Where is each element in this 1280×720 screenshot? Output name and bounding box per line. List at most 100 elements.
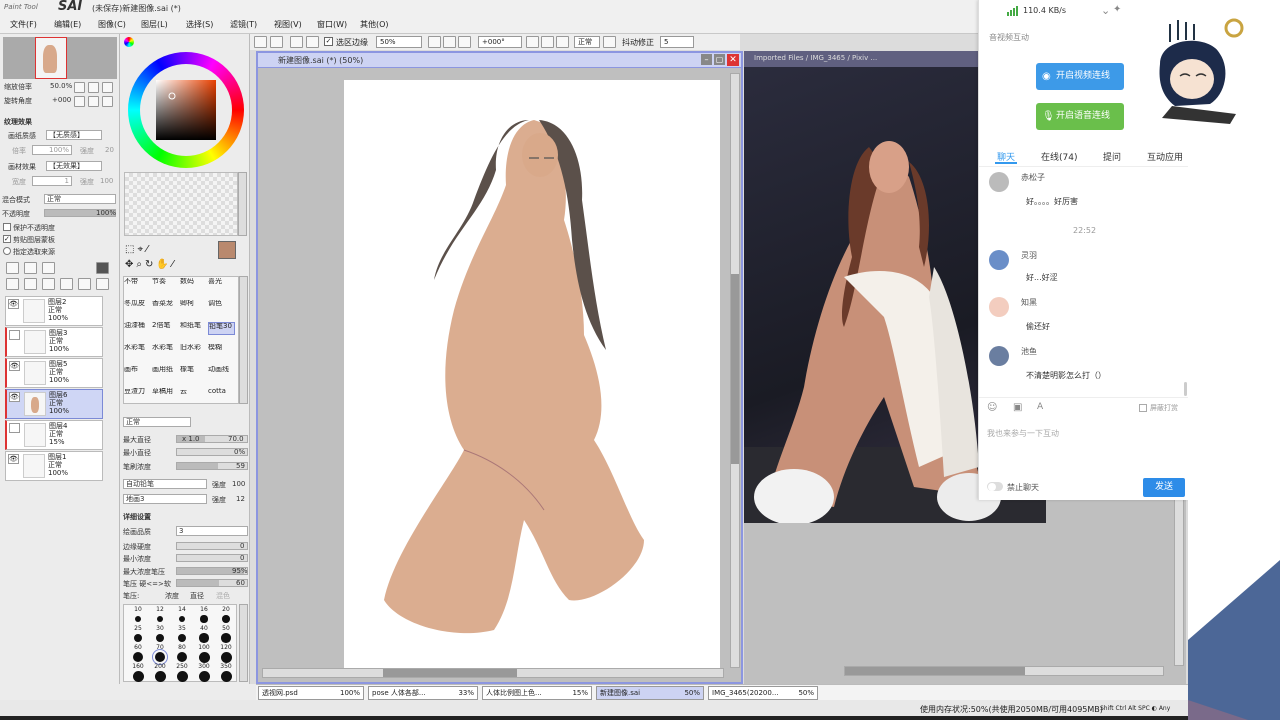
new-layer-button[interactable] xyxy=(6,262,19,274)
layer-visibility-icon[interactable]: 👁 xyxy=(9,392,20,402)
layer-item[interactable]: 图层4 正常 15% xyxy=(5,420,103,450)
brush-shape-select[interactable]: 自动铅笔 xyxy=(123,479,207,489)
rotate-left-button[interactable] xyxy=(526,36,539,48)
canvas-titlebar[interactable]: 新建图像.sai (*) (50%) – ▢ ✕ xyxy=(258,53,741,68)
zoom-select[interactable]: 50% xyxy=(376,36,422,48)
brush-tool[interactable]: 画用纸 xyxy=(152,366,179,379)
doc-tab[interactable]: IMG_3465(20200... 50% xyxy=(708,686,818,700)
brush-tool[interactable]: 和纸笔 xyxy=(180,322,207,335)
menu-window[interactable]: 窗口(W) xyxy=(317,19,347,30)
clear-button[interactable] xyxy=(290,36,303,48)
avatar[interactable] xyxy=(989,346,1009,366)
brush-tool[interactable]: 画布 xyxy=(124,366,151,379)
blend-mode-select[interactable]: 正常 xyxy=(574,36,600,48)
color-wheel[interactable] xyxy=(128,52,244,168)
copy-layer-button[interactable] xyxy=(6,278,19,290)
brush-size-preset[interactable] xyxy=(200,615,208,623)
brush-size-preset[interactable] xyxy=(199,633,209,643)
brush-tool[interactable]: 模糊 xyxy=(208,344,235,357)
emoji-icon[interactable]: ☺ xyxy=(987,402,997,413)
pressure-density-checkbox[interactable]: 浓度 xyxy=(165,591,179,601)
layer-visibility-icon[interactable] xyxy=(9,423,20,433)
brush-tool[interactable]: 草稿用 xyxy=(152,388,179,401)
flip-button[interactable] xyxy=(603,36,616,48)
zoom-out-button[interactable] xyxy=(428,36,441,48)
doc-tab[interactable]: 透视网.psd 100% xyxy=(258,686,364,700)
brush-grid-scrollbar[interactable] xyxy=(239,276,248,404)
menu-other[interactable]: 其他(O) xyxy=(360,19,389,30)
brush-size-preset[interactable] xyxy=(133,652,143,662)
brush-size-preset[interactable] xyxy=(134,634,142,642)
brush-tool[interactable]: 油漆桶 xyxy=(124,322,151,335)
brush-tool-selected[interactable]: 铅笔30 xyxy=(208,322,235,335)
nav-zoom-reset[interactable] xyxy=(102,82,113,93)
image-icon[interactable]: ▣ xyxy=(1013,402,1022,413)
tab-questions[interactable]: 提问 xyxy=(1103,150,1121,163)
message-author[interactable]: 知黑 xyxy=(1021,297,1037,308)
brush-size-preset[interactable] xyxy=(154,670,166,682)
brush-tool[interactable]: 卿柯 xyxy=(180,300,207,313)
layer-visibility-icon[interactable]: 👁 xyxy=(8,454,19,464)
reference-hscrollbar[interactable] xyxy=(844,666,1164,676)
brush-size-preset[interactable] xyxy=(178,615,186,623)
nav-rotate-left[interactable] xyxy=(74,96,85,107)
rotation-select[interactable]: +000° xyxy=(478,36,522,48)
new-folder-button[interactable] xyxy=(42,262,55,274)
edge-hardness-slider[interactable] xyxy=(176,542,248,550)
brush-tool[interactable]: 旧水彩 xyxy=(180,344,207,357)
brush-size-preset[interactable] xyxy=(177,633,187,643)
color-mode-tabs[interactable] xyxy=(124,37,242,49)
stabilizer-select[interactable]: 5 xyxy=(660,36,694,48)
color-wheel-tab-icon[interactable] xyxy=(124,37,134,47)
nav-rotate-right[interactable] xyxy=(88,96,99,107)
brush-tool[interactable]: 香菜龙 xyxy=(152,300,179,313)
avatar[interactable] xyxy=(989,250,1009,270)
merge-down-button[interactable] xyxy=(24,278,37,290)
primary-color-swatch[interactable] xyxy=(218,241,236,259)
layer-item[interactable]: 图层3 正常 100% xyxy=(5,327,103,357)
chat-input[interactable]: 我也来参与一下互动 xyxy=(987,428,1177,468)
layer-options-button[interactable] xyxy=(96,278,109,290)
drawing-canvas[interactable] xyxy=(344,80,720,670)
nav-zoom-in[interactable] xyxy=(88,82,99,93)
message-author[interactable]: 灵羽 xyxy=(1021,250,1037,261)
brush-tool[interactable]: 不带 xyxy=(124,278,151,291)
layer-item[interactable]: 👁 图层1 正常 100% xyxy=(5,451,103,481)
swatch-area[interactable] xyxy=(124,172,238,236)
brush-mode-select[interactable]: 正常 xyxy=(123,417,191,427)
brush-size-preset[interactable] xyxy=(221,633,231,643)
brush-tool[interactable]: 云 xyxy=(180,388,207,401)
doc-tab-active[interactable]: 新建图像.sai 50% xyxy=(596,686,704,700)
menu-image[interactable]: 图像(C) xyxy=(98,19,126,30)
menu-file[interactable]: 文件(F) xyxy=(10,19,37,30)
avatar[interactable] xyxy=(989,172,1009,192)
deselect-button[interactable] xyxy=(254,36,267,48)
brush-size-preset[interactable] xyxy=(220,670,232,682)
quality-select[interactable]: 3 xyxy=(176,526,248,536)
pin-icon[interactable]: ✦ xyxy=(1113,4,1121,15)
brush-tool[interactable]: 豆渣刀 xyxy=(124,388,151,401)
brush-size-preset[interactable] xyxy=(156,615,164,623)
merge-button[interactable] xyxy=(42,278,55,290)
pressure-size-checkbox[interactable]: 直径 xyxy=(190,591,204,601)
protect-opacity-checkbox[interactable] xyxy=(3,223,11,231)
presets-scrollbar[interactable] xyxy=(239,604,248,682)
mute-toggle[interactable] xyxy=(987,482,1003,491)
navigator-preview[interactable] xyxy=(3,37,117,79)
layer-blend-select[interactable]: 正常 xyxy=(44,194,116,204)
brush-tool[interactable]: 调色 xyxy=(208,300,235,313)
message-author[interactable]: 赤松子 xyxy=(1021,172,1045,183)
mask-button[interactable] xyxy=(96,262,109,274)
selection-source-radio[interactable] xyxy=(3,247,11,255)
block-gifts-checkbox[interactable] xyxy=(1139,404,1147,412)
brush-size-preset[interactable] xyxy=(132,670,144,682)
brush-tool[interactable]: 冬瓜皮 xyxy=(124,300,151,313)
paper-scale-value[interactable]: 100% xyxy=(32,145,72,155)
effect-width-value[interactable]: 1 xyxy=(32,176,72,186)
new-set-button[interactable] xyxy=(24,262,37,274)
zoom-in-button[interactable] xyxy=(443,36,456,48)
nav-zoom-out[interactable] xyxy=(74,82,85,93)
rotate-right-button[interactable] xyxy=(541,36,554,48)
delete-layer-button[interactable] xyxy=(60,278,73,290)
select-all-button[interactable] xyxy=(270,36,283,48)
